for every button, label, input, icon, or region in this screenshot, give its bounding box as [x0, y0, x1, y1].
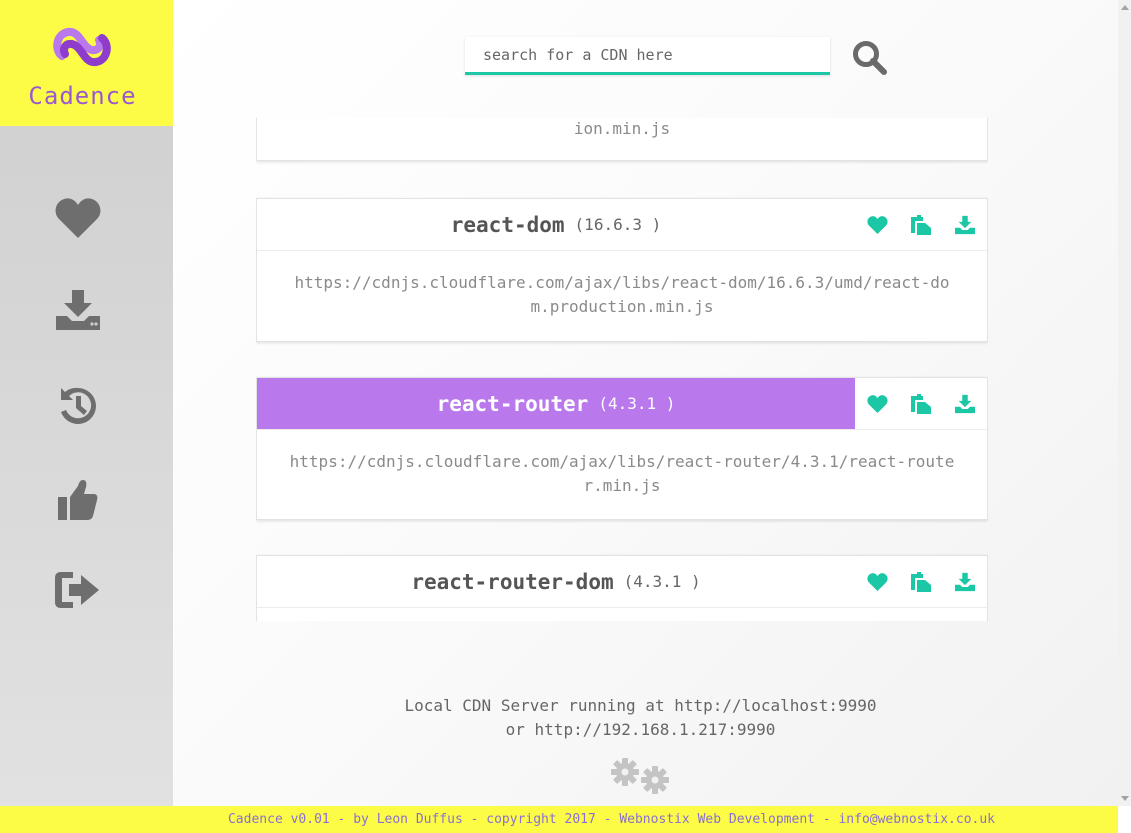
cdn-card-header: react-router (4.3.1 ): [257, 378, 987, 430]
download-icon: [955, 394, 975, 413]
cdn-list: ion.min.js react-dom (16.6.3 ) https://c…: [256, 118, 988, 621]
cdn-card-header: react-router-dom (4.3.1 ): [257, 556, 987, 608]
sidebar-item-exit[interactable]: [40, 560, 116, 620]
search-box: [465, 37, 830, 75]
cdn-version: (4.3.1 ): [623, 572, 701, 591]
history-icon: [61, 387, 96, 424]
cdn-name: react-router: [436, 391, 589, 416]
heart-icon: [55, 198, 101, 238]
cdn-title[interactable]: react-router (4.3.1 ): [257, 378, 855, 429]
logo-block: Cadence: [0, 0, 185, 126]
cdn-name: react-router-dom: [411, 569, 614, 594]
copy-icon: [911, 571, 931, 592]
scroll-down-arrow[interactable]: [1121, 796, 1129, 801]
heart-icon: [866, 572, 888, 591]
thumbs-up-icon: [58, 480, 98, 520]
download-button[interactable]: [953, 392, 977, 416]
favourite-button[interactable]: [865, 570, 889, 594]
footer-text: Cadence v0.01 - by Leon Duffus - copyrig…: [227, 812, 995, 827]
cdn-actions: [855, 556, 987, 607]
scroll-up-arrow[interactable]: [1121, 5, 1129, 10]
copy-icon: [911, 214, 931, 235]
sidebar-item-popular[interactable]: [40, 470, 116, 530]
cdn-actions: [855, 378, 987, 429]
logo-icon: [53, 27, 111, 67]
heart-icon: [866, 215, 888, 234]
cdn-version: (4.3.1 ): [598, 394, 676, 413]
cdn-card-header: react-dom (16.6.3 ): [257, 199, 987, 251]
cdn-title[interactable]: react-dom (16.6.3 ): [257, 199, 855, 250]
cdn-card: react-router-dom (4.3.1 ): [256, 555, 988, 621]
favourite-button[interactable]: [865, 392, 889, 416]
app-name: Cadence: [28, 82, 137, 110]
cdn-card: react-dom (16.6.3 ) https://cdnjs.cloudf…: [256, 198, 988, 342]
download-icon: [56, 290, 100, 330]
sidebar-item-favourites[interactable]: [40, 188, 116, 248]
gears-icon: [611, 758, 669, 794]
copy-button[interactable]: [909, 392, 933, 416]
favourite-button[interactable]: [865, 213, 889, 237]
cdn-actions: [855, 199, 987, 250]
cdn-url: ion.min.js: [573, 119, 671, 138]
footer: Cadence v0.01 - by Leon Duffus - copyrig…: [0, 806, 1118, 833]
cdn-name: react-dom: [450, 212, 565, 237]
search-input[interactable]: [465, 37, 830, 72]
download-icon: [955, 572, 975, 591]
server-status-line1: Local CDN Server running at http://local…: [404, 696, 877, 715]
scrollbar[interactable]: [1118, 0, 1131, 806]
download-icon: [955, 215, 975, 234]
copy-button[interactable]: [909, 213, 933, 237]
server-status: Local CDN Server running at http://local…: [173, 694, 1108, 742]
cdn-version: (16.6.3 ): [574, 215, 662, 234]
heart-icon: [866, 394, 888, 413]
cdn-card: react-router (4.3.1 ) https://cdnjs.clou…: [256, 377, 988, 520]
cdn-url: https://cdnjs.cloudflare.com/ajax/libs/r…: [289, 452, 955, 495]
cdn-title[interactable]: react-router-dom (4.3.1 ): [257, 556, 855, 607]
cdn-url: https://cdnjs.cloudflare.com/ajax/libs/r…: [294, 273, 950, 316]
copy-icon: [911, 393, 931, 414]
copy-button[interactable]: [909, 570, 933, 594]
sidebar-item-history[interactable]: [40, 376, 116, 436]
download-button[interactable]: [953, 570, 977, 594]
server-status-line2: or http://192.168.1.217:9990: [505, 720, 776, 739]
sign-out-icon: [55, 572, 99, 608]
search-icon: [853, 41, 887, 75]
sidebar-item-downloads[interactable]: [40, 280, 116, 340]
download-button[interactable]: [953, 213, 977, 237]
cdn-card: ion.min.js: [256, 118, 988, 161]
search-button[interactable]: [852, 40, 888, 76]
